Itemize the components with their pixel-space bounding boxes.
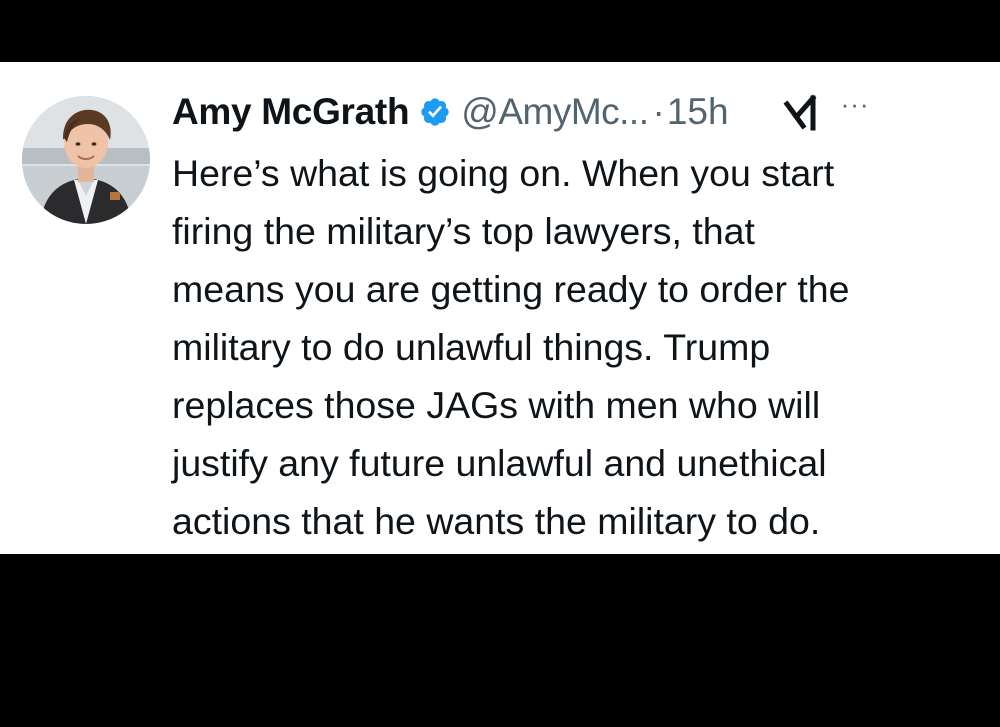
bottom-letterbox bbox=[0, 554, 1000, 727]
tweet-card[interactable]: Amy McGrath @AmyMc... · 15h ··· Here’s w… bbox=[0, 62, 1000, 554]
author-display-name[interactable]: Amy McGrath bbox=[172, 91, 410, 133]
verified-badge-icon bbox=[421, 98, 449, 126]
tweet-text: Here’s what is going on. When you start … bbox=[172, 144, 982, 550]
tweet-timestamp[interactable]: 15h bbox=[667, 91, 729, 133]
tweet-text-line: replaces those JAGs with men who will bbox=[172, 384, 821, 426]
grok-icon[interactable] bbox=[783, 92, 825, 132]
more-options-icon[interactable]: ··· bbox=[841, 89, 870, 120]
tweet-text-line: Here’s what is going on. When you start bbox=[172, 152, 835, 194]
tweet-text-line: military to do unlawful things. Trump bbox=[172, 326, 771, 368]
tweet-text-line: actions that he wants the military to do… bbox=[172, 500, 821, 542]
author-handle[interactable]: @AmyMc... bbox=[461, 91, 649, 133]
tweet-text-line: justify any future unlawful and unethica… bbox=[172, 442, 827, 484]
avatar[interactable] bbox=[22, 96, 150, 224]
top-letterbox bbox=[0, 0, 1000, 62]
tweet-header: Amy McGrath @AmyMc... · 15h ··· bbox=[172, 88, 992, 136]
tweet-text-line: firing the military’s top lawyers, that bbox=[172, 210, 755, 252]
separator-dot: · bbox=[652, 91, 665, 132]
profile-photo-icon bbox=[22, 96, 150, 224]
tweet-text-line: means you are getting ready to order the bbox=[172, 268, 850, 310]
